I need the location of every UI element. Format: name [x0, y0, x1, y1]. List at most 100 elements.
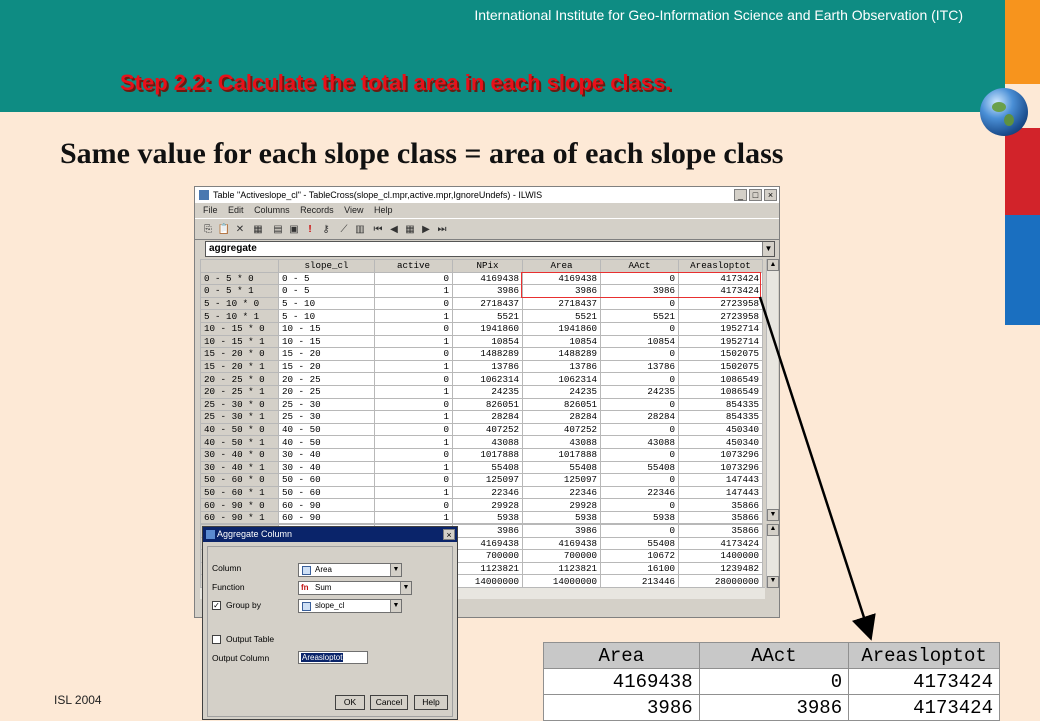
table-cell[interactable]: 1062314 [522, 372, 601, 386]
table-cell[interactable]: 43088 [600, 435, 679, 449]
table-cell[interactable]: 1 [374, 435, 453, 449]
table-cell[interactable]: 0 [600, 447, 679, 462]
table-cell[interactable]: 0 [600, 397, 679, 412]
table-cell[interactable]: 1073296 [678, 460, 763, 475]
scroll-down-icon[interactable]: ▼ [767, 509, 779, 521]
table-cell[interactable]: 55408 [600, 460, 679, 475]
row-header[interactable]: 10 - 15 * 1 [200, 334, 279, 349]
maximize-button[interactable]: □ [749, 189, 762, 201]
table-cell[interactable]: 0 - 5 [278, 271, 375, 286]
table-cell[interactable]: 0 [600, 347, 679, 361]
table-cell[interactable]: 28284 [452, 410, 523, 424]
table-cell[interactable]: 5938 [600, 510, 679, 525]
table-cell[interactable]: 24235 [452, 384, 523, 399]
chevron-down-icon[interactable]: ▼ [400, 582, 411, 594]
table-cell[interactable]: 0 [374, 447, 453, 462]
table-cell[interactable]: 5521 [522, 309, 601, 323]
table-cell[interactable]: 1 [374, 359, 453, 374]
table-cell[interactable]: 1 [374, 510, 453, 525]
table-cell[interactable]: 0 [600, 498, 679, 512]
table-cell[interactable]: 1 [374, 309, 453, 323]
cancel-button[interactable]: Cancel [370, 695, 408, 710]
table-row[interactable]: 15 - 20 * 0 15 - 20 0 1488289 1488289 0 150207… [200, 347, 763, 361]
table-cell[interactable]: 25 - 30 [278, 410, 375, 424]
table-cell[interactable]: 826051 [452, 397, 523, 412]
table-cell[interactable]: 3986 [452, 284, 523, 298]
table-cell[interactable]: 55408 [522, 460, 601, 475]
row-header[interactable]: 25 - 30 * 1 [200, 410, 279, 424]
table-cell[interactable]: 1086549 [678, 384, 763, 399]
row-header[interactable]: 20 - 25 * 0 [200, 372, 279, 386]
table-row[interactable]: 10 - 15 * 0 10 - 15 0 1941860 1941860 0 195271… [200, 321, 763, 336]
table-cell[interactable]: 22346 [600, 485, 679, 500]
table-row[interactable]: 40 - 50 * 1 40 - 50 1 43088 43088 43088 450340 [200, 435, 763, 449]
table-row[interactable]: 25 - 30 * 1 25 - 30 1 28284 28284 28284 854335 [200, 410, 763, 424]
table-row[interactable]: 20 - 25 * 1 20 - 25 1 24235 24235 24235 108654… [200, 384, 763, 399]
chevron-down-icon[interactable]: ▼ [390, 600, 401, 612]
table-cell[interactable]: 0 [374, 321, 453, 336]
table-row[interactable]: 15 - 20 * 1 15 - 20 1 13786 13786 13786 150207… [200, 359, 763, 374]
table-cell[interactable]: 10 - 15 [278, 334, 375, 349]
row-header[interactable]: 30 - 40 * 0 [200, 447, 279, 462]
table-cell[interactable]: 43088 [452, 435, 523, 449]
row-header[interactable]: 15 - 20 * 0 [200, 347, 279, 361]
table-cell[interactable]: 13786 [600, 359, 679, 374]
close-icon[interactable]: × [443, 529, 455, 540]
row-header[interactable]: 5 - 10 * 1 [200, 309, 279, 323]
table-cell[interactable]: 30 - 40 [278, 447, 375, 462]
menu-file[interactable]: File [203, 205, 218, 215]
scroll-up-icon[interactable]: ▲ [767, 524, 779, 536]
table-cell[interactable]: 0 [374, 372, 453, 386]
table-cell[interactable]: 60 - 90 [278, 510, 375, 525]
col-header[interactable]: slope_cl [278, 259, 375, 273]
table-cell[interactable]: 25 - 30 [278, 397, 375, 412]
table-cell[interactable]: 4169438 [452, 271, 523, 286]
table-row[interactable]: 30 - 40 * 1 30 - 40 1 55408 55408 55408 107329… [200, 460, 763, 475]
table-cell[interactable]: 28284 [600, 410, 679, 424]
table-cell[interactable]: 10854 [600, 334, 679, 349]
table-cell[interactable]: 0 - 5 [278, 284, 375, 298]
command-line[interactable]: aggregate ▼ [205, 241, 775, 257]
row-header[interactable]: 50 - 60 * 0 [200, 473, 279, 487]
output-table-checkbox[interactable] [212, 635, 221, 644]
table-cell[interactable]: 5938 [452, 510, 523, 525]
table-row[interactable]: 50 - 60 * 0 50 - 60 0 125097 125097 0 147443 [200, 473, 763, 487]
output-column-input[interactable]: Areasloptot [298, 651, 368, 664]
table-cell[interactable]: 1941860 [452, 321, 523, 336]
table-cell[interactable]: 29928 [452, 498, 523, 512]
scroll-down-icon[interactable]: ▼ [767, 576, 779, 588]
row-header[interactable]: 40 - 50 * 0 [200, 422, 279, 437]
table-cell[interactable]: 0 [600, 296, 679, 311]
table-cell[interactable]: 29928 [522, 498, 601, 512]
menu-view[interactable]: View [344, 205, 363, 215]
table-cell[interactable]: 826051 [522, 397, 601, 412]
prev-record-icon[interactable]: ◀ [387, 223, 401, 236]
table-cell[interactable]: 40 - 50 [278, 435, 375, 449]
table-row[interactable]: 60 - 90 * 1 60 - 90 1 5938 5938 5938 35866 [200, 510, 763, 525]
table-cell[interactable]: 2723958 [678, 309, 763, 323]
table-cell[interactable]: 450340 [678, 435, 763, 449]
table-cell[interactable]: 0 [374, 397, 453, 412]
table-cell[interactable]: 1 [374, 410, 453, 424]
table-cell[interactable]: 5938 [522, 510, 601, 525]
table-cell[interactable]: 13786 [522, 359, 601, 374]
table-cell[interactable]: 854335 [678, 410, 763, 424]
table-cell[interactable]: 15 - 20 [278, 359, 375, 374]
table-cell[interactable]: 28284 [522, 410, 601, 424]
table-cell[interactable]: 0 [374, 473, 453, 487]
row-header[interactable]: 5 - 10 * 0 [200, 296, 279, 311]
table-cell[interactable]: 15 - 20 [278, 347, 375, 361]
table-cell[interactable]: 22346 [452, 485, 523, 500]
goto-record-icon[interactable]: ▦ [403, 223, 417, 236]
table-cell[interactable]: 0 [600, 372, 679, 386]
table-cell[interactable]: 50 - 60 [278, 473, 375, 487]
exclamation-icon[interactable]: ! [303, 223, 317, 236]
table-cell[interactable]: 125097 [452, 473, 523, 487]
table-cell[interactable]: 1488289 [452, 347, 523, 361]
table-cell[interactable]: 1952714 [678, 334, 763, 349]
table-cell[interactable]: 5521 [600, 309, 679, 323]
properties-icon[interactable]: ▣ [287, 223, 301, 236]
delete-icon[interactable]: ✕ [233, 223, 247, 236]
table-cell[interactable]: 30 - 40 [278, 460, 375, 475]
table-cell[interactable]: 13786 [452, 359, 523, 374]
